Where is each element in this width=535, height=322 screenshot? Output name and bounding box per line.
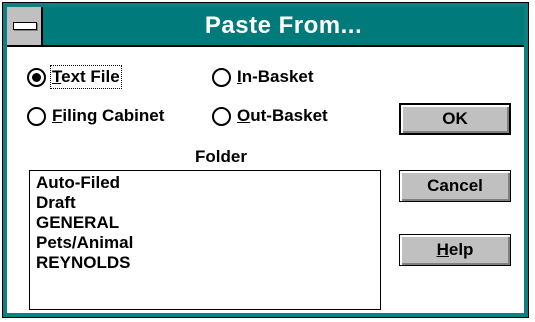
radio-unselected-icon <box>212 106 231 126</box>
help-accelerator: H <box>436 240 449 259</box>
paste-from-dialog: Paste From... Text File In-Basket Filing… <box>2 2 529 318</box>
radio-filing-cabinet-label: Filing Cabinet <box>52 106 165 125</box>
cancel-button[interactable]: Cancel <box>399 170 511 202</box>
radio-in-basket-label: In-Basket <box>237 67 314 86</box>
radio-in-basket[interactable]: In-Basket <box>212 67 314 87</box>
ok-button[interactable]: OK <box>399 103 511 135</box>
dialog-title: Paste From... <box>204 12 363 39</box>
radio-text-file-label: Text File <box>50 65 122 89</box>
list-item[interactable]: Auto-Filed <box>36 173 374 193</box>
radio-out-basket[interactable]: Out-Basket <box>212 106 328 126</box>
help-button[interactable]: Help <box>399 234 511 266</box>
radio-out-basket-label: Out-Basket <box>237 106 328 125</box>
radio-unselected-icon <box>212 67 231 87</box>
folder-label: Folder <box>195 147 247 166</box>
radio-unselected-icon <box>27 106 46 126</box>
radio-selected-icon <box>27 67 46 87</box>
radio-text-file[interactable]: Text File <box>27 65 122 89</box>
dialog-client-area: Text File In-Basket Filing Cabinet Out-B… <box>7 47 524 313</box>
list-item[interactable]: REYNOLDS <box>36 253 374 273</box>
list-item[interactable]: GENERAL <box>36 213 374 233</box>
system-menu-button[interactable] <box>7 7 43 45</box>
title-bar: Paste From... <box>7 7 524 47</box>
list-item[interactable]: Pets/Animal <box>36 233 374 253</box>
folder-listbox[interactable]: Auto-Filed Draft GENERAL Pets/Animal REY… <box>29 170 381 310</box>
system-menu-icon <box>13 22 37 30</box>
list-item[interactable]: Draft <box>36 193 374 213</box>
radio-filing-cabinet[interactable]: Filing Cabinet <box>27 106 164 126</box>
help-label: elp <box>448 240 474 259</box>
